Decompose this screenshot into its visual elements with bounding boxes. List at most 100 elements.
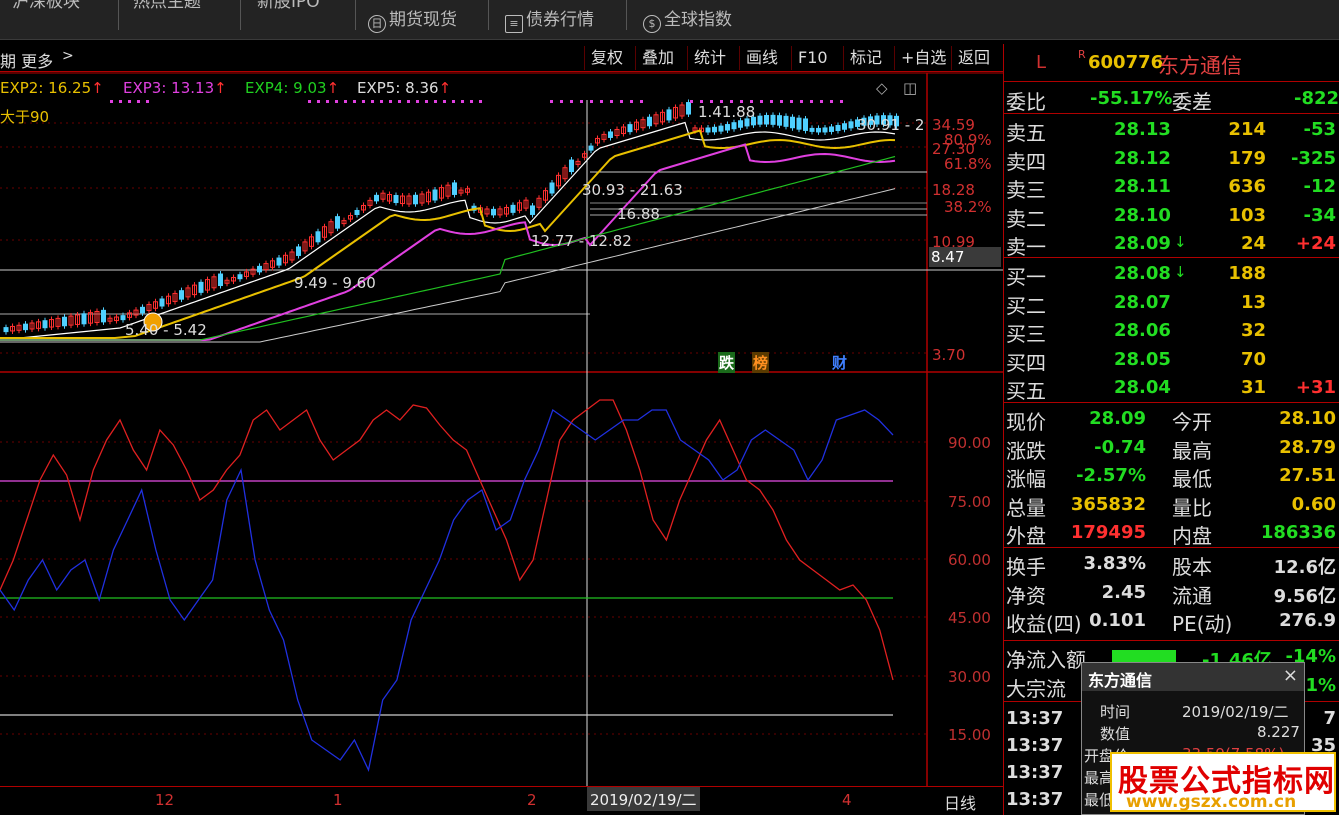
- signal-dot: [371, 100, 374, 103]
- stock-name: 东方通信: [1158, 54, 1242, 78]
- bid-price: 28.08: [1114, 263, 1171, 284]
- fund-label: 流通: [1172, 583, 1212, 608]
- candle: [764, 115, 769, 125]
- tick-volume: 7: [1323, 708, 1336, 729]
- candle: [705, 127, 711, 133]
- quote-row: 总量 365832 量比 0.60: [1004, 490, 1339, 520]
- signal-dot: [600, 100, 603, 103]
- x-axis: 12 1 2 4: [0, 786, 1003, 815]
- period-selector[interactable]: 日线: [944, 790, 976, 814]
- signal-dot: [425, 100, 428, 103]
- fund-label: 净资: [1006, 583, 1046, 608]
- candle: [822, 127, 828, 133]
- candle: [374, 194, 379, 202]
- bid-row[interactable]: 买五 28.04 31 +31: [1004, 373, 1339, 403]
- candle: [237, 274, 243, 280]
- ask-row[interactable]: 卖四 28.12 179 -325: [1004, 144, 1339, 174]
- flow-label: 净流入额: [1006, 648, 1086, 672]
- signal-dot: [820, 100, 823, 103]
- fund-value: 3.83%: [1083, 553, 1146, 574]
- candle: [738, 120, 743, 128]
- market-label: L: [1036, 52, 1047, 73]
- fib-level: 61.8%: [944, 155, 992, 173]
- candle: [848, 121, 854, 129]
- legend-exp3: EXP3: 13.13↑: [123, 79, 227, 97]
- fund-value: 2.45: [1101, 581, 1146, 603]
- quote-label: 最低: [1172, 467, 1212, 492]
- quote-label: 外盘: [1006, 524, 1046, 549]
- candle: [842, 123, 847, 130]
- signal-dot: [830, 100, 833, 103]
- candle: [829, 126, 834, 132]
- stock-code: 600776: [1088, 52, 1164, 73]
- candle: [198, 281, 204, 293]
- signal-dot: [550, 100, 553, 103]
- signal-dot: [362, 100, 365, 103]
- flag-rank[interactable]: 榜: [752, 352, 770, 373]
- quote-value: 28.09: [1089, 408, 1146, 429]
- quote-label: 现价: [1006, 410, 1046, 434]
- candle: [81, 313, 87, 325]
- ask-row[interactable]: 卖三 28.11 636 -12: [1004, 172, 1339, 203]
- flag-finance[interactable]: 财: [831, 352, 848, 373]
- quote-row: 外盘 179495 内盘 186336: [1004, 518, 1339, 549]
- ask-label: 卖三: [1006, 178, 1046, 203]
- signal-dot: [137, 100, 140, 103]
- candle: [120, 315, 126, 321]
- candle: [718, 125, 724, 132]
- candle: [335, 216, 340, 229]
- candle: [510, 204, 516, 213]
- price-tick: 3.70: [932, 346, 966, 364]
- candle: [569, 159, 574, 173]
- flag-drop[interactable]: 跌: [718, 352, 736, 373]
- app-root: 沪深板块 热点主题 新股IPO 日期货现货 ≡ 债券行情 $ 全球指数 期 更多 >…: [0, 0, 1339, 815]
- window-icon[interactable]: ◫: [903, 79, 917, 97]
- signal-dot: [461, 100, 464, 103]
- diamond-icon[interactable]: ◇: [876, 79, 888, 97]
- tick-time: 13:37: [1006, 789, 1064, 810]
- candle: [588, 145, 594, 151]
- candle: [42, 320, 48, 329]
- quote-row: 现价 28.09 今开 28.10: [1004, 404, 1339, 434]
- signal-dot: [128, 100, 131, 103]
- ask-row[interactable]: 卖一 28.09 ↓ 24 +24: [1004, 229, 1339, 259]
- bid-price: 28.05: [1114, 348, 1171, 370]
- stock-header: L R 600776 东方通信: [1004, 44, 1339, 82]
- order-ratio-row: 委比 -55.17% 委差 -822: [1004, 84, 1339, 114]
- candle: [757, 115, 763, 125]
- price-chart[interactable]: [0, 0, 1003, 786]
- bid-price: 28.04: [1114, 377, 1171, 399]
- bid-change: +31: [1295, 377, 1336, 399]
- quote-value: 179495: [1070, 522, 1146, 544]
- ask-volume: 24: [1240, 233, 1266, 255]
- bid-volume: 188: [1228, 263, 1266, 284]
- close-icon[interactable]: ×: [1283, 665, 1298, 686]
- signal-dot: [560, 100, 563, 103]
- quote-value: 27.51: [1279, 465, 1336, 487]
- candle: [315, 231, 321, 243]
- candle: [413, 194, 418, 205]
- candle: [731, 122, 737, 130]
- ask-row[interactable]: 卖二 28.10 103 -34: [1004, 201, 1339, 231]
- quote-label: 量比: [1172, 495, 1212, 520]
- candle: [354, 210, 360, 215]
- fundamental-row: 净资 2.45 流通 9.56亿: [1004, 578, 1339, 608]
- fib-level: 80.9%: [944, 131, 992, 149]
- bid-row[interactable]: 买一 28.08 ↓ 188: [1004, 259, 1339, 289]
- cursor-value: 8.47: [929, 247, 1001, 267]
- bid-row[interactable]: 买四 28.05 70: [1004, 345, 1339, 375]
- ask-row[interactable]: 卖五 28.13 214 -53: [1004, 115, 1339, 145]
- signal-dot: [434, 100, 437, 103]
- candle: [491, 208, 496, 216]
- tooltip-value: 8.227: [1257, 723, 1300, 741]
- legend-exp5: EXP5: 8.36↑: [357, 79, 452, 97]
- signal-dot: [110, 100, 113, 103]
- candle: [835, 125, 841, 132]
- signal-dot: [308, 100, 311, 103]
- signal-dot: [398, 100, 401, 103]
- bid-row[interactable]: 买二 28.07 13: [1004, 288, 1339, 318]
- bid-row[interactable]: 买三 28.06 32: [1004, 316, 1339, 346]
- tooltip-key: 时间: [1100, 703, 1131, 721]
- ask-volume: 636: [1228, 176, 1266, 198]
- tick-time: 13:37: [1006, 735, 1064, 756]
